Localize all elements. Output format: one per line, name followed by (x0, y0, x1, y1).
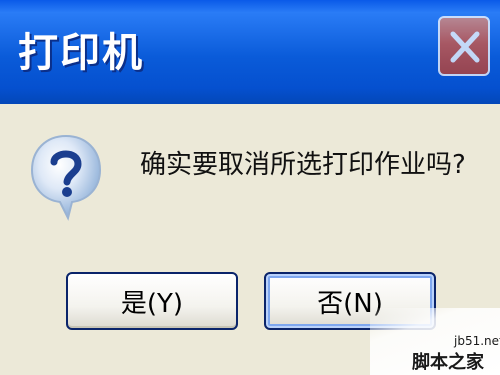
close-button[interactable] (438, 16, 490, 76)
yes-button[interactable]: 是(Y) (66, 272, 238, 330)
question-icon (30, 134, 102, 221)
close-icon (450, 31, 480, 63)
watermark-site-name: 脚本之家 (412, 352, 484, 373)
dialog-window: 打印机 确实要取消所选打印作业吗? 是(Y) 否(N) jb51.net 脚本之… (0, 0, 500, 375)
title-bar[interactable]: 打印机 (0, 0, 500, 104)
watermark-url: jb51.net (454, 334, 500, 348)
window-title: 打印机 (18, 30, 144, 76)
dialog-message: 确实要取消所选打印作业吗? (140, 150, 466, 180)
